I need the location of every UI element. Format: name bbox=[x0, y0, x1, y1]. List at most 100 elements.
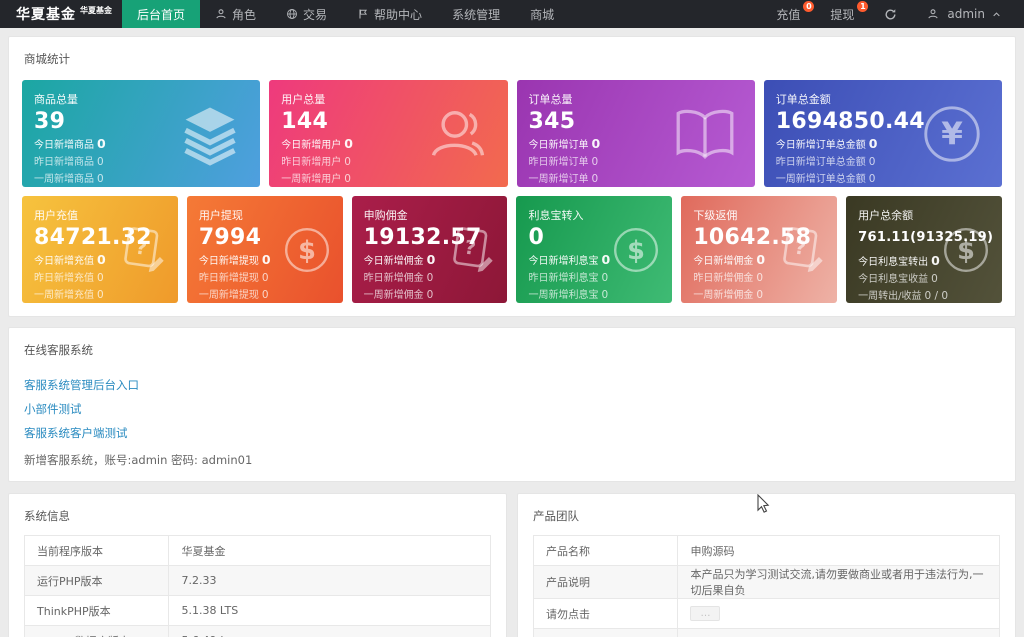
dollar-circle-icon: $ bbox=[938, 222, 994, 278]
product-team-title: 产品团队 bbox=[533, 509, 579, 523]
stat-line-value: 0 bbox=[344, 156, 351, 169]
stat-line-label: 今日新增利息宝 bbox=[528, 256, 599, 268]
withdraw-badge: 1 bbox=[857, 1, 869, 12]
system-info-table: 当前程序版本 华夏基金运行PHP版本 7.2.33 ThinkPHP版本 5.1.38 … bbox=[23, 535, 491, 637]
row-label: 当前程序版本 bbox=[23, 535, 170, 566]
stat-line-label: 一周新增提现 bbox=[198, 290, 259, 302]
stat-line-label: 昨日新增佣金 bbox=[693, 273, 754, 285]
stat-line-value: 0 bbox=[756, 289, 764, 302]
service-client-test-link[interactable]: 客服系统客户端测试 bbox=[24, 425, 128, 441]
dollar-circle-icon: $ bbox=[608, 222, 664, 278]
stat-line-value: 0 bbox=[601, 272, 609, 285]
nav-item-trade[interactable]: 交易 bbox=[271, 0, 342, 28]
user-menu[interactable]: admin bbox=[912, 0, 1016, 28]
stat-line-value: 0 bbox=[601, 289, 609, 302]
main-content: 商城统计 商品总量 39 今日新增商品 0 昨日新增商品 0 一周新增商品 0 用户总量 144 今… bbox=[0, 28, 1024, 637]
nav-item-label: 角色 bbox=[232, 7, 257, 22]
stat-card-order-amount: 订单总金额 1694850.44 今日新增订单总金额 0 昨日新增订单总金额 0 一周新增订… bbox=[763, 80, 1002, 187]
app-logo[interactable]: 华夏基金 华夏基金 bbox=[0, 0, 122, 28]
recharge-button[interactable]: 充值 0 bbox=[761, 0, 815, 28]
stat-card-line: 一周新增订单 0 bbox=[529, 171, 743, 187]
row-label: 产品说明 bbox=[532, 565, 679, 599]
stat-line-label: 一周新增充值 bbox=[34, 290, 94, 302]
table-row-php-version: 运行PHP版本 7.2.33 bbox=[23, 565, 491, 596]
top-navbar: 华夏基金 华夏基金 后台首页 角色 交易 帮助中心 系统管理 商城 充值 0 提现 1 admi… bbox=[0, 0, 1024, 28]
stat-line-label: 昨日新增充值 bbox=[34, 273, 94, 285]
stat-line-value: 0 bbox=[756, 252, 766, 268]
stat-line-label: 今日新增佣金 bbox=[363, 256, 424, 268]
table-row-product-size: 产品大小25.5M bbox=[532, 628, 1000, 637]
stat-line-label: 一周新增佣金 bbox=[363, 290, 424, 302]
nav-item-system[interactable]: 系统管理 bbox=[437, 0, 515, 28]
stat-line-value: 0 bbox=[868, 136, 878, 152]
mall-statistics-panel: 商城统计 商品总量 39 今日新增商品 0 昨日新增商品 0 一周新增商品 0 用户总量 144 今… bbox=[8, 36, 1016, 317]
stat-card-line: 一周转出/收益 0 / 0 bbox=[858, 288, 990, 303]
svg-text:$: $ bbox=[627, 235, 645, 265]
customer-service-links: 客服系统管理后台入口 小部件测试客服系统客户端测试 bbox=[24, 377, 1000, 441]
app-logo-text: 华夏基金 bbox=[16, 7, 76, 23]
nav-actions: 充值 0 提现 1 bbox=[761, 0, 869, 28]
stat-line-value: 0 bbox=[97, 156, 104, 169]
product-team-panel: 产品团队 产品名称 申购源码 产品说明 本产品只为学习测试交流,请勿要做商业或者用于违… bbox=[517, 493, 1016, 637]
row-value-cell: 本产品只为学习测试交流,请勿要做商业或者用于违法行为,一切后果自负 bbox=[677, 565, 1000, 599]
svg-text:¥: ¥ bbox=[941, 116, 963, 152]
stat-line-value: 0 / 0 bbox=[924, 289, 949, 302]
row-value: 华夏基金 bbox=[181, 544, 226, 558]
svg-text:$: $ bbox=[298, 235, 316, 265]
system-info-title: 系统信息 bbox=[24, 509, 70, 523]
stat-line-value: 0 bbox=[591, 156, 599, 169]
stat-line-label: 一周新增订单总金额 bbox=[775, 174, 866, 186]
stat-line-label: 一周新增用户 bbox=[281, 174, 342, 186]
row-label: 产品名称 bbox=[532, 535, 679, 566]
stat-card-line: 一周新增提现 0 bbox=[199, 287, 331, 303]
nav-item-help[interactable]: 帮助中心 bbox=[342, 0, 437, 28]
row-label: 请勿点击 bbox=[532, 598, 679, 629]
svg-text:?: ? bbox=[464, 235, 478, 259]
stat-line-value: 0 bbox=[591, 173, 599, 186]
nav-item-label: 商城 bbox=[530, 7, 555, 22]
chevron-up-icon bbox=[992, 10, 1001, 19]
table-row-product-desc: 产品说明 本产品只为学习测试交流,请勿要做商业或者用于违法行为,一切后果自负 bbox=[532, 565, 1000, 599]
nav-item-home[interactable]: 后台首页 bbox=[122, 0, 201, 28]
svg-text:$: $ bbox=[957, 235, 975, 265]
row-value-cell: … bbox=[677, 598, 1000, 629]
svg-text:?: ? bbox=[793, 235, 807, 259]
service-admin-entry-link[interactable]: 客服系统管理后台入口 bbox=[24, 377, 139, 393]
stat-card-withdraw: 用户提现 7994 今日新增提现 0 昨日新增提现 0 一周新增提现 0 $ bbox=[186, 196, 343, 303]
yen-circle-icon: ¥ bbox=[918, 100, 986, 168]
stat-line-label: 昨日新增提现 bbox=[198, 273, 259, 285]
stat-line-value: 0 bbox=[97, 272, 104, 285]
stat-line-label: 今日利息宝收益 bbox=[858, 273, 929, 285]
stat-card-line: 一周新增利息宝 0 bbox=[528, 287, 660, 303]
app-logo-subtext: 华夏基金 bbox=[80, 5, 112, 15]
users-icon bbox=[424, 100, 492, 168]
stat-line-label: 一周新增佣金 bbox=[693, 290, 754, 302]
stat-line-label: 今日新增提现 bbox=[198, 256, 259, 268]
stat-line-value: 0 bbox=[426, 252, 436, 268]
document-question-icon: ? bbox=[773, 222, 829, 278]
stat-line-value: 0 bbox=[261, 289, 269, 302]
nav-item-roles[interactable]: 角色 bbox=[200, 0, 271, 28]
dont-click-button[interactable]: … bbox=[690, 606, 721, 621]
stat-card-purchase-commission: 申购佣金 19132.57 今日新增佣金 0 昨日新增佣金 0 一周新增佣金 0? bbox=[351, 196, 508, 303]
stat-line-label: 今日新增商品 bbox=[34, 140, 94, 152]
table-row-mysql-version: MySQL数据库版本5.6.49-log bbox=[23, 625, 491, 637]
table-row-thinkphp-version: ThinkPHP版本 5.1.38 LTS bbox=[23, 595, 491, 626]
stat-line-label: 今日新增订单总金额 bbox=[775, 140, 866, 152]
stat-line-value: 0 bbox=[931, 272, 938, 285]
refresh-button[interactable] bbox=[869, 0, 912, 28]
layers-icon bbox=[176, 100, 244, 168]
stat-card-sub-commission: 下级返佣 10642.58 今日新增佣金 0 昨日新增佣金 0 一周新增佣金 0? bbox=[681, 196, 838, 303]
stat-line-value: 0 bbox=[756, 272, 764, 285]
withdraw-button[interactable]: 提现 1 bbox=[815, 0, 869, 28]
document-question-icon: ? bbox=[114, 222, 170, 278]
row-value-cell: 华夏基金 bbox=[168, 535, 491, 566]
system-info-panel: 系统信息 当前程序版本 华夏基金运行PHP版本 7.2.33 ThinkPHP版本 5.… bbox=[8, 493, 507, 637]
stat-card-line: 一周新增商品 0 bbox=[34, 171, 248, 187]
row-value-cell: 5.1.38 LTS bbox=[168, 595, 491, 626]
nav-item-mall[interactable]: 商城 bbox=[515, 0, 569, 28]
open-book-icon bbox=[671, 105, 739, 163]
row-value-cell: 25.5M bbox=[677, 628, 1000, 637]
flag-icon bbox=[357, 8, 369, 20]
widget-test-link[interactable]: 小部件测试 bbox=[24, 401, 82, 417]
